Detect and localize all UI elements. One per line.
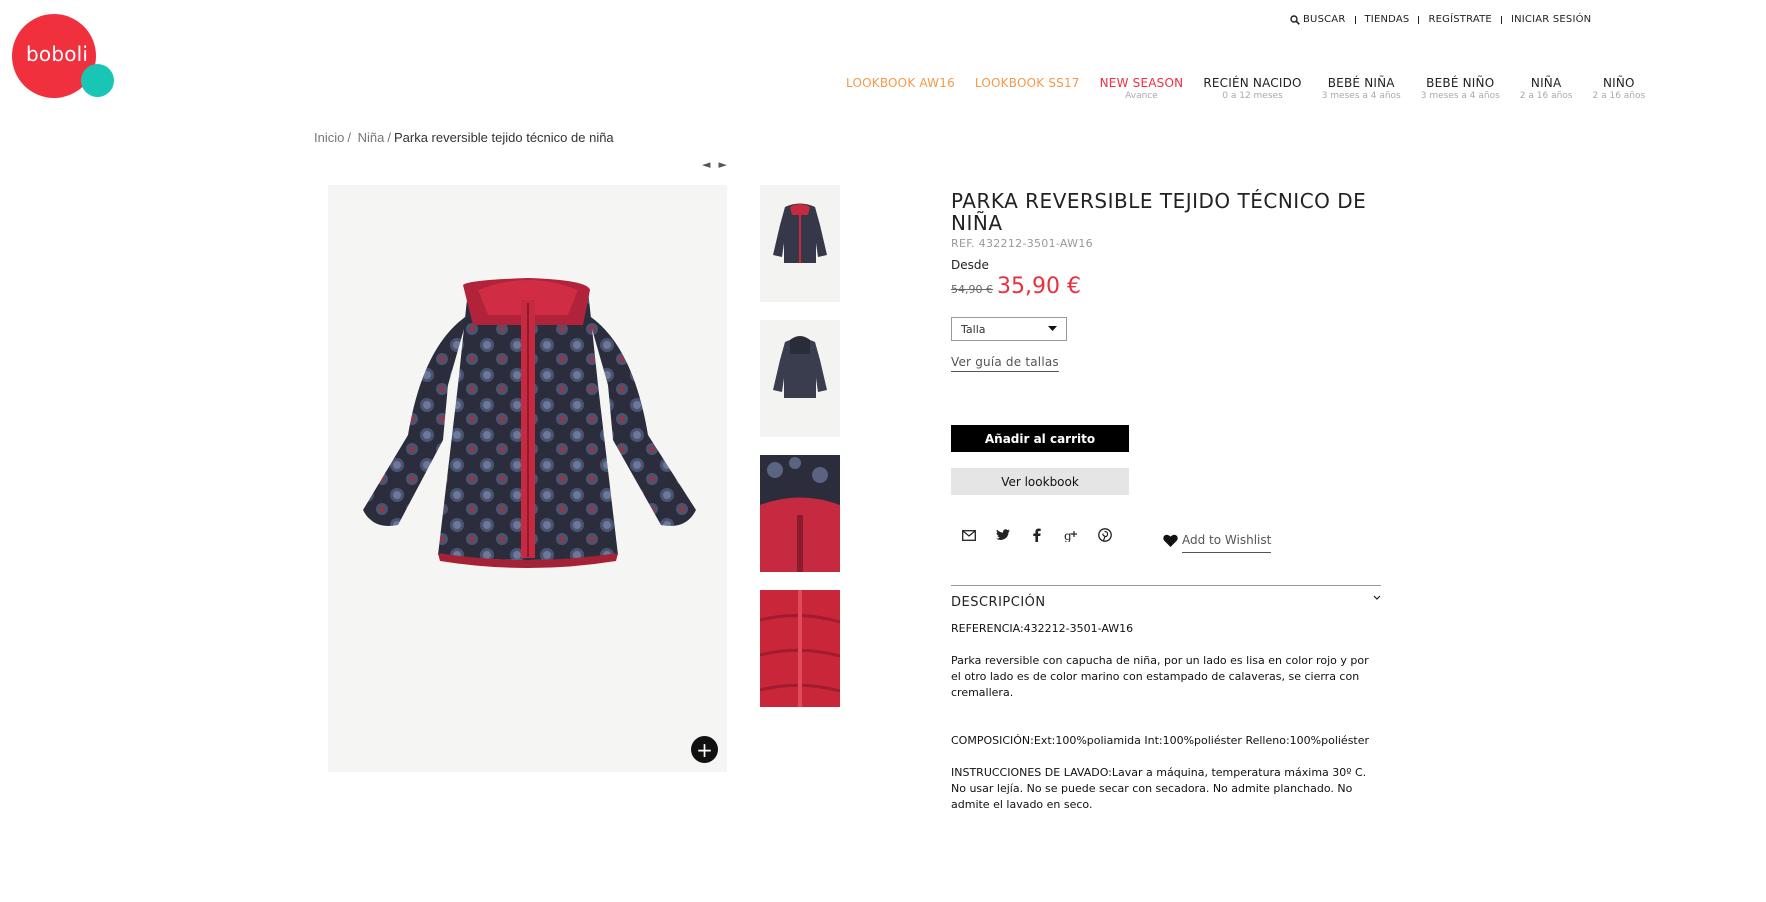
nav-sublabel: 3 meses a 4 años	[1321, 91, 1401, 101]
logo-teal-circle	[81, 64, 114, 97]
breadcrumb: Inicio / Niña / Parka reversible tejido téc…	[314, 130, 614, 145]
mail-icon[interactable]	[961, 527, 977, 543]
register-link[interactable]: REGÍSTRATE	[1428, 14, 1491, 25]
nav-item-nina[interactable]: NIÑA 2 a 16 años	[1510, 76, 1583, 101]
thumbnail-3[interactable]	[760, 455, 840, 572]
chevron-down-icon	[1373, 595, 1381, 600]
add-to-cart-button[interactable]: Añadir al carrito	[951, 425, 1129, 452]
nav-label: LOOKBOOK SS17	[974, 76, 1080, 90]
util-divider	[1500, 15, 1502, 24]
nav-item-nino[interactable]: NIÑO 2 a 16 años	[1583, 76, 1656, 101]
size-guide-link[interactable]: Ver guía de tallas	[951, 355, 1059, 372]
stores-link[interactable]: TIENDAS	[1365, 14, 1410, 25]
search-icon	[1290, 14, 1300, 25]
breadcrumb-separator: /	[347, 130, 351, 145]
view-lookbook-button[interactable]: Ver lookbook	[951, 468, 1129, 495]
description-washing: INSTRUCCIONES DE LAVADO:Lavar a máquina,…	[951, 766, 1367, 811]
logo-text: boboli	[26, 42, 89, 66]
nav-label: NIÑO	[1602, 76, 1635, 90]
search-label: BUSCAR	[1303, 14, 1346, 25]
thumbnail-2[interactable]	[760, 320, 840, 437]
google-plus-icon[interactable]: g	[1063, 527, 1079, 543]
brand-logo[interactable]: boboli	[12, 14, 117, 99]
util-divider	[1418, 15, 1420, 24]
thumbnail-red-side-image	[760, 590, 840, 707]
product-title: PARKA REVERSIBLE TEJIDO TÉCNICO DE NIÑA	[951, 189, 1367, 235]
description-header[interactable]: DESCRIPCIÓN	[951, 595, 1381, 610]
description-heading: DESCRIPCIÓN	[951, 595, 1046, 610]
next-product-arrow-icon[interactable]: ►	[718, 158, 726, 171]
breadcrumb-category[interactable]: Niña	[358, 130, 385, 145]
parka-image	[363, 278, 696, 568]
nav-label: LOOKBOOK AW16	[846, 76, 955, 90]
search-link[interactable]: BUSCAR	[1290, 14, 1346, 25]
nav-sublabel: 0 a 12 meses	[1222, 91, 1283, 101]
nav-item-new-season[interactable]: NEW SEASON Avance	[1090, 76, 1194, 101]
nav-sublabel: 2 a 16 años	[1519, 91, 1573, 101]
login-link[interactable]: INICIAR SESIÓN	[1511, 14, 1591, 25]
zoom-button[interactable]: +	[691, 736, 718, 763]
nav-label: NEW SEASON	[1099, 76, 1184, 90]
facebook-icon[interactable]	[1029, 527, 1045, 543]
main-nav: LOOKBOOK AW16 LOOKBOOK SS17 NEW SEASON A…	[836, 76, 1655, 101]
description-body: REFERENCIA:432212-3501-AW16 Parka revers…	[951, 621, 1381, 813]
nav-item-lookbook-aw16[interactable]: LOOKBOOK AW16	[836, 76, 965, 101]
share-icons: g	[961, 527, 1113, 543]
chevron-down-icon	[1048, 326, 1057, 331]
nav-sublabel: Avance	[1125, 91, 1158, 101]
breadcrumb-current: Parka reversible tejido técnico de niña	[393, 130, 614, 145]
nav-item-bebe-nina[interactable]: BEBÉ NIÑA 3 meses a 4 años	[1312, 76, 1411, 101]
price-from-label: Desde	[951, 258, 989, 272]
pinterest-icon[interactable]	[1097, 527, 1113, 543]
description-reference: REFERENCIA:432212-3501-AW16	[951, 622, 1134, 635]
wishlist-link[interactable]: Add to Wishlist	[1163, 527, 1272, 553]
product-pager: ◄ ►	[702, 158, 727, 171]
utility-menu: BUSCAR TIENDAS REGÍSTRATE INICIAR SESIÓN	[1290, 14, 1591, 25]
nav-item-bebe-nino[interactable]: BEBÉ NIÑO 3 meses a 4 años	[1411, 76, 1510, 101]
nav-label: NIÑA	[1530, 76, 1562, 90]
current-price: 35,90 €	[997, 274, 1081, 299]
wishlist-label: Add to Wishlist	[1182, 533, 1272, 553]
main-product-image[interactable]: +	[328, 185, 727, 772]
thumbnail-1[interactable]	[760, 185, 840, 302]
nav-item-recien-nacido[interactable]: RECIÉN NACIDO 0 a 12 meses	[1193, 76, 1311, 101]
thumbnail-4[interactable]	[760, 590, 840, 707]
nav-sublabel: 2 a 16 años	[1592, 91, 1646, 101]
description-section: DESCRIPCIÓN REFERENCIA:432212-3501-AW16 …	[951, 585, 1381, 829]
nav-label: BEBÉ NIÑA	[1327, 76, 1395, 90]
nav-label: BEBÉ NIÑO	[1426, 76, 1495, 90]
nav-label: RECIÉN NACIDO	[1203, 76, 1302, 90]
price-block: 54,90 € 35,90 €	[951, 274, 1381, 299]
twitter-icon[interactable]	[995, 527, 1011, 543]
breadcrumb-separator: /	[387, 130, 391, 145]
util-divider	[1354, 15, 1356, 24]
heart-icon	[1163, 534, 1178, 547]
nav-item-lookbook-ss17[interactable]: LOOKBOOK SS17	[965, 76, 1090, 101]
product-ref: REF. 432212-3501-AW16	[951, 237, 1093, 250]
svg-text:g: g	[1064, 529, 1072, 542]
product-info: PARKA REVERSIBLE TEJIDO TÉCNICO DE NIÑA …	[951, 189, 1381, 811]
thumbnail-hood-detail-image	[760, 455, 840, 572]
size-select-value: Talla	[961, 322, 986, 336]
description-text: Parka reversible con capucha de niña, po…	[951, 654, 1369, 699]
size-select[interactable]: Talla	[951, 317, 1067, 341]
prev-product-arrow-icon[interactable]: ◄	[702, 158, 710, 171]
description-composition: COMPOSICIÓN:Ext:100%poliamida Int:100%po…	[951, 734, 1370, 747]
thumbnail-back-image	[760, 320, 840, 437]
nav-sublabel: 3 meses a 4 años	[1420, 91, 1500, 101]
old-price: 54,90 €	[951, 283, 993, 296]
breadcrumb-home[interactable]: Inicio	[314, 130, 344, 145]
thumbnail-front-image	[760, 185, 840, 302]
